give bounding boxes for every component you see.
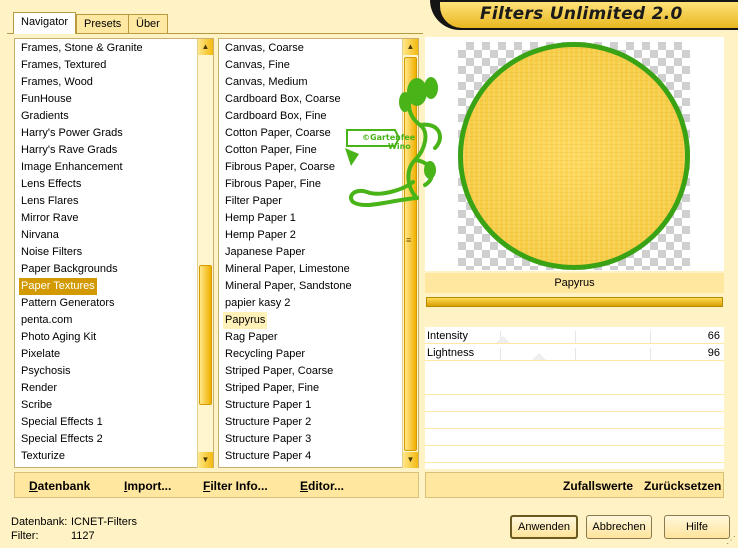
filter-item[interactable]: Canvas, Coarse [223, 40, 306, 57]
category-item[interactable]: Paper Backgrounds [19, 261, 120, 278]
category-item[interactable]: Lens Flares [19, 193, 80, 210]
param-tick-mark [650, 331, 651, 343]
filter-item[interactable]: Mineral Paper, Limestone [223, 261, 352, 278]
current-filter-label: Papyrus [425, 273, 724, 293]
filter-item[interactable]: Cardboard Box, Fine [223, 108, 329, 125]
category-item[interactable]: Gradients [19, 108, 71, 125]
param-empty-row [425, 429, 724, 446]
tab-navigator[interactable]: Navigator [13, 12, 77, 34]
param-empty-row [425, 378, 724, 395]
filter-item[interactable]: Canvas, Fine [223, 57, 292, 74]
param-label: Intensity [427, 330, 468, 342]
filter-item[interactable]: Papyrus [223, 312, 268, 329]
help-button[interactable]: Hilfe [664, 515, 730, 539]
app-title: Filters Unlimited 2.0 [480, 4, 683, 24]
filter-item[interactable]: Japanese Paper [223, 244, 307, 261]
database-label: Datenbank: [11, 516, 68, 528]
editor-button[interactable]: Editor... [300, 479, 344, 493]
filter-item[interactable]: Structure Paper 2 [223, 414, 313, 431]
param-row-intensity[interactable]: Intensity 66 [425, 327, 724, 344]
reset-button[interactable]: Zurücksetzen [644, 479, 721, 493]
param-label: Lightness [427, 347, 475, 359]
progress-bar [426, 297, 723, 307]
param-empty-row [425, 395, 724, 412]
category-item[interactable]: Mirror Rave [19, 210, 80, 227]
filter-item[interactable]: Cotton Paper, Fine [223, 142, 319, 159]
category-item[interactable]: penta.com [19, 312, 74, 329]
category-item[interactable]: Noise Filters [19, 244, 84, 261]
category-item[interactable]: Pixelate [19, 346, 62, 363]
category-item[interactable]: Frames, Wood [19, 74, 95, 91]
filter-item[interactable]: Mineral Paper, Sandstone [223, 278, 354, 295]
watermark-line-2: Wino [388, 142, 411, 151]
filter-item[interactable]: Rag Paper [223, 329, 280, 346]
param-value: 96 [707, 347, 720, 359]
scroll-down-icon[interactable]: ▼ [403, 452, 418, 468]
scroll-up-icon[interactable]: ▲ [403, 39, 418, 55]
category-item[interactable]: Frames, Textured [19, 57, 108, 74]
filter-item[interactable]: Fibrous Paper, Fine [223, 176, 323, 193]
category-item[interactable]: Paper Textures [19, 278, 97, 295]
category-scroll-thumb[interactable] [199, 265, 212, 405]
filter-item[interactable]: Structure Paper 1 [223, 397, 313, 414]
param-row-lightness[interactable]: Lightness 96 [425, 344, 724, 361]
filter-count-label: Filter: [11, 530, 39, 542]
category-item[interactable]: Nirvana [19, 227, 61, 244]
category-item[interactable]: Special Effects 1 [19, 414, 105, 431]
filter-item[interactable]: Hemp Paper 2 [223, 227, 298, 244]
apply-button[interactable]: Anwenden [510, 515, 578, 539]
filter-item[interactable]: Structure Paper 3 [223, 431, 313, 448]
scroll-up-icon[interactable]: ▲ [198, 39, 213, 55]
tab-ueber[interactable]: Über [128, 14, 168, 34]
param-tick-mark [500, 348, 501, 360]
filter-count-value: 1127 [71, 530, 95, 542]
filter-item[interactable]: Recycling Paper [223, 346, 307, 363]
category-item[interactable]: Psychosis [19, 363, 73, 380]
category-item[interactable]: Pattern Generators [19, 295, 117, 312]
filter-item[interactable]: Striped Paper, Coarse [223, 363, 335, 380]
param-value: 66 [707, 330, 720, 342]
category-item[interactable]: Render [19, 380, 59, 397]
category-item[interactable]: Photo Aging Kit [19, 329, 98, 346]
cancel-button[interactable]: Abbrechen [586, 515, 652, 539]
watermark-line-1: ©Gartenfee [362, 133, 416, 142]
category-item[interactable]: Frames, Stone & Granite [19, 40, 145, 57]
filter-item[interactable]: Fibrous Paper, Coarse [223, 159, 337, 176]
filter-item[interactable]: Striped Paper, Fine [223, 380, 321, 397]
tab-presets[interactable]: Presets [76, 14, 130, 34]
param-empty-row [425, 446, 724, 463]
slider-pointer-icon[interactable] [531, 353, 546, 360]
category-item[interactable]: Scribe [19, 397, 54, 414]
category-item[interactable]: Image Enhancement [19, 159, 125, 176]
param-tick-mark [650, 348, 651, 360]
filter-item[interactable]: papier kasy 2 [223, 295, 292, 312]
category-item[interactable]: Texturize [19, 448, 67, 465]
scroll-grip-icon: ≡ [406, 235, 412, 245]
param-tick-mark [575, 331, 576, 343]
param-empty-row [425, 412, 724, 429]
category-item[interactable]: Harry's Power Grads [19, 125, 125, 142]
category-list[interactable]: Frames, Stone & Granite Frames, Textured F… [14, 38, 214, 468]
scroll-down-icon[interactable]: ▼ [198, 452, 213, 468]
filter-item[interactable]: Cotton Paper, Coarse [223, 125, 333, 142]
datenbank-button[interactable]: Datenbank [29, 479, 90, 493]
import-button[interactable]: Import... [124, 479, 171, 493]
category-item[interactable]: Special Effects 2 [19, 431, 105, 448]
filter-item[interactable]: Canvas, Medium [223, 74, 310, 91]
preview-image[interactable] [458, 42, 690, 270]
database-value: ICNET-Filters [71, 516, 137, 528]
category-scrollbar[interactable]: ▲ ▼ [197, 39, 213, 468]
filter-item[interactable]: Structure Paper 4 [223, 448, 313, 465]
param-tick-mark [575, 348, 576, 360]
category-item[interactable]: FunHouse [19, 91, 74, 108]
filter-item[interactable]: Filter Paper [223, 193, 284, 210]
resize-grip-icon[interactable]: ⋰ [726, 535, 736, 546]
filter-item[interactable]: Cardboard Box, Coarse [223, 91, 343, 108]
category-item[interactable]: Lens Effects [19, 176, 83, 193]
randomize-button[interactable]: Zufallswerte [563, 479, 633, 493]
filter-item[interactable]: Hemp Paper 1 [223, 210, 298, 227]
category-item[interactable]: Harry's Rave Grads [19, 142, 119, 159]
filter-info-button[interactable]: Filter Info... [203, 479, 268, 493]
slider-pointer-icon[interactable] [495, 336, 510, 343]
